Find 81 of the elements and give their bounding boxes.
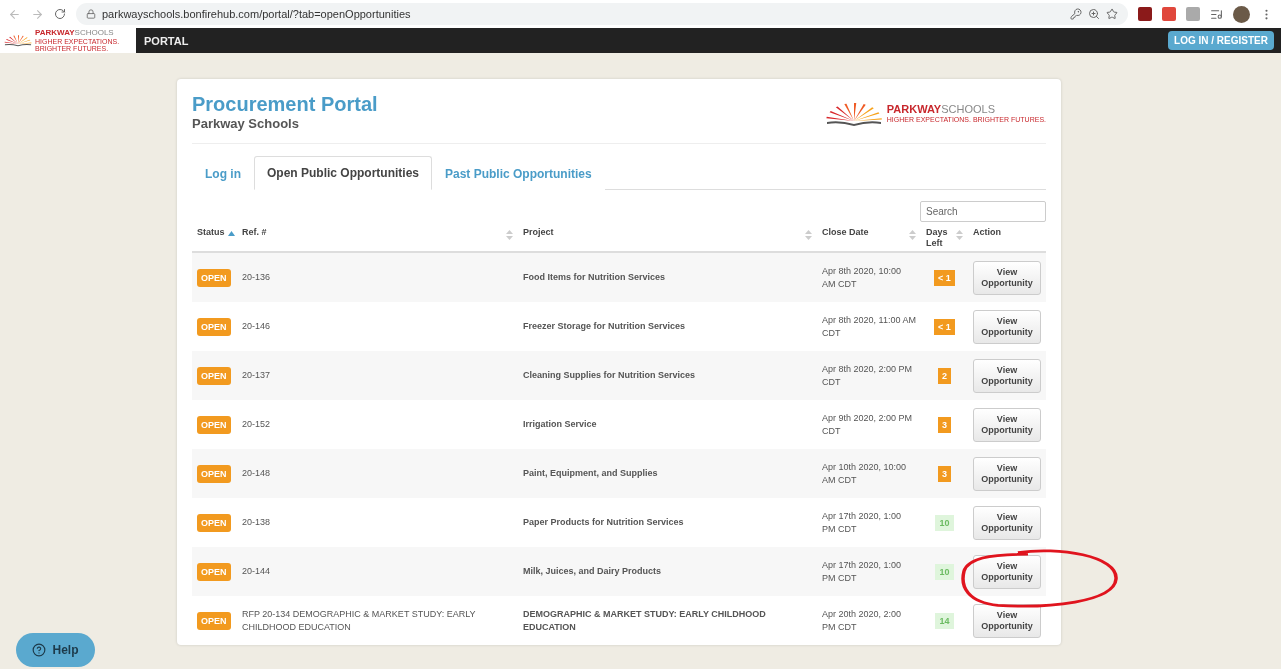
help-button[interactable]: Help (16, 633, 95, 667)
view-opportunity-button[interactable]: View Opportunity (973, 260, 1041, 295)
project-name: Cleaning Supplies for Nutrition Services (523, 369, 696, 382)
close-date: Apr 10th 2020, 10:00 AM CDT (822, 461, 908, 486)
status-badge: OPEN (197, 562, 231, 581)
lock-icon (86, 9, 96, 19)
extension-icon[interactable] (1162, 7, 1176, 21)
close-date: Apr 17th 2020, 1:00 PM CDT (822, 510, 903, 535)
status-badge: OPEN (197, 268, 231, 287)
sort-icon[interactable] (805, 230, 812, 240)
close-date: Apr 8th 2020, 2:00 PM CDT (822, 363, 914, 388)
ref-number: 20-138 (242, 516, 271, 529)
back-icon[interactable] (8, 7, 21, 21)
ref-number: 20-148 (242, 467, 271, 480)
column-header[interactable]: Days Left (926, 227, 950, 249)
status-badge: OPEN (197, 464, 231, 483)
close-date: Apr 8th 2020, 11:00 AM CDT (822, 314, 916, 339)
forward-icon[interactable] (31, 7, 44, 21)
status-badge: OPEN (197, 611, 231, 630)
view-opportunity-button[interactable]: View Opportunity (973, 456, 1041, 491)
view-opportunity-button[interactable]: View Opportunity (973, 358, 1041, 393)
search-field[interactable]: Search (920, 201, 1046, 222)
ref-number: RFP 20-134 DEMOGRAPHIC & MARKET STUDY: EARLY CHILDHOOD EDUCATION (242, 608, 477, 633)
project-name: Milk, Juices, and Dairy Products (523, 565, 662, 578)
project-name: Paint, Equipment, and Supplies (523, 467, 658, 480)
project-name: Freezer Storage for Nutrition Services (523, 320, 686, 333)
project-name: Paper Products for Nutrition Services (523, 516, 684, 529)
address-bar[interactable]: parkwayschools.bonfirehub.com/portal/?tab=openOpportunities (76, 3, 1128, 25)
days-left-badge: 2 (938, 367, 951, 384)
tab[interactable]: Open Public Opportunities (254, 156, 432, 190)
days-left-badge: 10 (935, 563, 954, 580)
ref-number: 20-136 (242, 271, 271, 284)
sort-icon[interactable] (909, 230, 916, 240)
sort-icon[interactable] (506, 230, 513, 240)
brand-name: PARKWAYSCHOOLS (886, 104, 996, 116)
ref-number: 20-137 (242, 369, 271, 382)
key-icon[interactable] (1070, 8, 1082, 20)
status-badge: OPEN (197, 366, 231, 385)
view-opportunity-button[interactable]: View Opportunity (973, 505, 1041, 540)
page-subtitle: Parkway Schools (192, 116, 300, 131)
ref-number: 20-144 (242, 565, 271, 578)
column-header[interactable]: Project (523, 227, 554, 238)
column-header[interactable]: Status (197, 227, 225, 238)
zoom-icon[interactable] (1088, 8, 1100, 20)
status-badge: OPEN (197, 513, 231, 532)
column-header: Action (973, 227, 1001, 238)
days-left-badge: 10 (935, 514, 954, 531)
days-left-badge: < 1 (934, 269, 955, 286)
days-left-badge: 3 (938, 416, 951, 433)
days-left-badge: < 1 (934, 318, 955, 335)
days-left-badge: 3 (938, 465, 951, 482)
playlist-icon[interactable] (1210, 7, 1223, 21)
view-opportunity-button[interactable]: View Opportunity (973, 309, 1041, 344)
view-opportunity-button[interactable]: View Opportunity (973, 603, 1041, 638)
ref-number: 20-152 (242, 418, 271, 431)
days-left-badge: 14 (935, 612, 954, 629)
page-title: Procurement Portal (192, 93, 378, 116)
ref-number: 20-146 (242, 320, 271, 333)
project-name: DEMOGRAPHIC & MARKET STUDY: EARLY CHILDHOOD EDUCATION (523, 608, 767, 633)
status-badge: OPEN (197, 415, 231, 434)
column-header[interactable]: Close Date (822, 227, 869, 238)
profile-avatar[interactable] (1233, 5, 1250, 23)
close-date: Apr 20th 2020, 2:00 PM CDT (822, 608, 903, 633)
reload-icon[interactable] (54, 8, 66, 20)
close-date: Apr 17th 2020, 1:00 PM CDT (822, 559, 903, 584)
close-date: Apr 9th 2020, 2:00 PM CDT (822, 412, 914, 437)
column-header[interactable]: Ref. # (242, 227, 267, 238)
extension-icon[interactable] (1186, 7, 1200, 21)
sunrise-book-icon (3, 34, 33, 47)
help-icon (32, 643, 47, 657)
view-opportunity-button[interactable]: View Opportunity (973, 407, 1041, 442)
view-opportunity-button[interactable]: View Opportunity (973, 554, 1041, 589)
portal-title[interactable]: PORTAL (144, 34, 1169, 47)
status-badge: OPEN (197, 317, 231, 336)
sort-icon[interactable] (956, 230, 963, 240)
project-name: Irrigation Service (523, 418, 597, 431)
brand-name: PARKWAYSCHOOLS (35, 28, 115, 37)
extension-icon[interactable] (1138, 7, 1152, 21)
close-date: Apr 8th 2020, 10:00 AM CDT (822, 265, 903, 290)
star-icon[interactable] (1106, 8, 1118, 20)
project-name: Food Items for Nutrition Services (523, 271, 666, 284)
